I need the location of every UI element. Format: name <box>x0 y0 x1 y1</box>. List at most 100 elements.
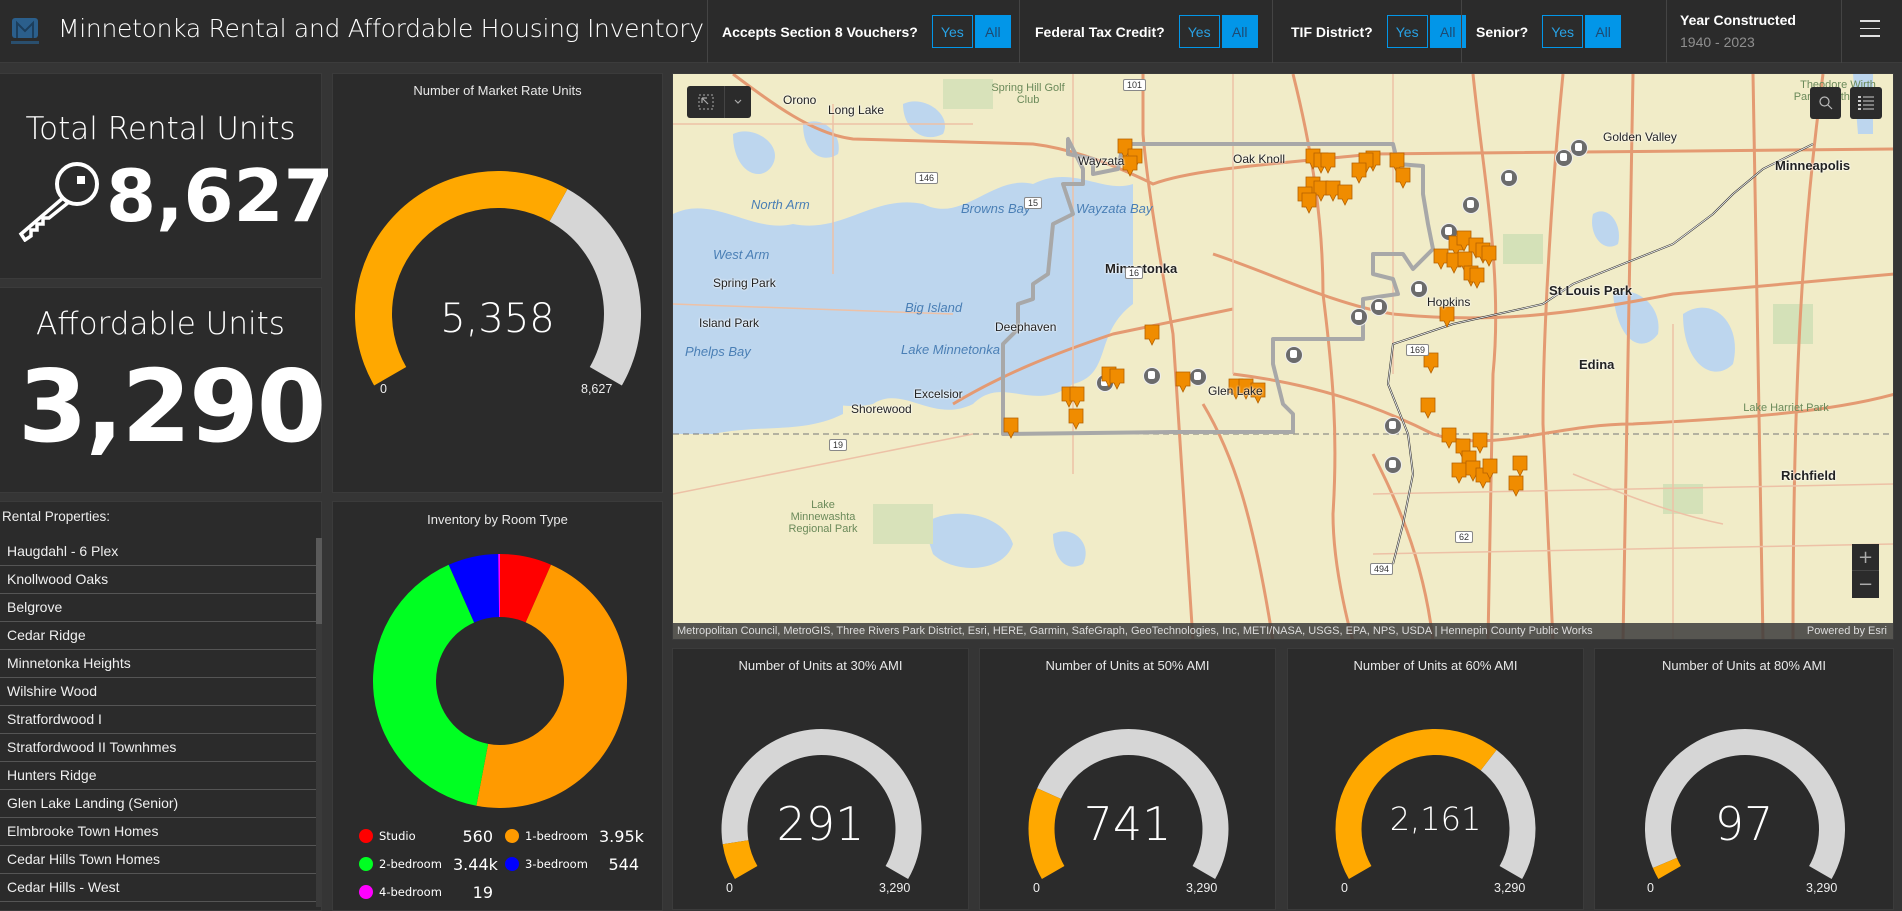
tif-yes-button[interactable]: Yes <box>1386 15 1428 48</box>
rental-property-marker-icon[interactable] <box>1441 427 1457 449</box>
rental-property-marker-icon[interactable] <box>1395 167 1411 189</box>
room-type-legend: Studio 560 1-bedroom 3.95k 2-bedroom 3.4… <box>359 827 649 907</box>
room-type-donut-chart <box>373 554 627 808</box>
highway-shield: 494 <box>1370 563 1394 575</box>
light-rail-station-icon[interactable] <box>1410 280 1428 298</box>
rental-property-marker-icon[interactable] <box>1351 162 1367 184</box>
affordable-units-panel: Affordable Units 3,290 <box>0 287 326 493</box>
chevron-down-icon[interactable] <box>733 97 743 107</box>
powered-by-esri-link[interactable]: Powered by Esri <box>1807 623 1887 639</box>
map-attribution: Metropolitan Council, MetroGIS, Three Ri… <box>673 623 1893 639</box>
map-place-label: Phelps Bay <box>685 344 751 359</box>
light-rail-station-icon[interactable] <box>1462 196 1480 214</box>
map-legend-button[interactable] <box>1850 87 1882 119</box>
light-rail-station-icon[interactable] <box>1143 367 1161 385</box>
section8-all-button[interactable]: All <box>974 15 1011 48</box>
light-rail-station-icon[interactable] <box>1189 368 1207 386</box>
legend-item[interactable]: Studio 560 <box>359 827 504 846</box>
room-type-chart-title: Inventory by Room Type <box>427 512 568 527</box>
tax-credit-all-button[interactable]: All <box>1221 15 1258 48</box>
highway-shield: 101 <box>1123 79 1147 91</box>
legend-label: 2-bedroom <box>379 857 442 871</box>
rental-property-list-item[interactable]: Stratfordwood II Townhmes <box>0 734 316 762</box>
section8-yes-button[interactable]: Yes <box>931 15 973 48</box>
rental-property-list-item[interactable]: Knollwood Oaks <box>0 566 316 594</box>
rental-property-marker-icon[interactable] <box>1320 152 1336 174</box>
header-divider <box>1666 0 1667 63</box>
senior-yes-button[interactable]: Yes <box>1542 15 1584 48</box>
rental-property-list-item[interactable]: Wilshire Wood <box>0 678 316 706</box>
rental-property-marker-icon[interactable] <box>1122 155 1138 177</box>
light-rail-station-icon[interactable] <box>1350 308 1368 326</box>
list-scrollbar-thumb[interactable] <box>316 538 322 624</box>
rental-property-marker-icon[interactable] <box>1003 417 1019 439</box>
legend-item[interactable]: 2-bedroom 3.44k <box>359 854 504 874</box>
year-constructed-filter[interactable]: Year Constructed 1940 - 2023 <box>1680 12 1796 50</box>
map-view[interactable]: Orono Long Lake Wayzata Golden Valley Minnea… <box>672 73 1894 640</box>
rental-property-marker-icon[interactable] <box>1469 267 1485 289</box>
legend-value: 3.44k <box>453 854 498 874</box>
rental-property-list-item[interactable]: Cedar Hills Town Homes <box>0 846 316 874</box>
market-rate-gauge-track <box>549 188 641 386</box>
rental-property-marker-icon[interactable] <box>1068 408 1084 430</box>
ami-gauge-value: 97 <box>1714 797 1774 851</box>
zoom-out-button[interactable]: − <box>1852 571 1879 598</box>
legend-item[interactable]: 1-bedroom 3.95k <box>505 826 650 846</box>
zoom-in-button[interactable]: + <box>1852 544 1879 571</box>
tif-toggle: Yes All <box>1386 15 1466 48</box>
rental-property-marker-icon[interactable] <box>1337 184 1353 206</box>
rental-property-list-item[interactable]: Stratfordwood I <box>0 706 316 734</box>
highway-shield: 146 <box>915 172 939 184</box>
light-rail-station-icon[interactable] <box>1384 456 1402 474</box>
filter-section8: Accepts Section 8 Vouchers? Yes All <box>722 0 1011 63</box>
rental-property-list-item[interactable]: Glen Lake Landing (Senior) <box>0 790 316 818</box>
rental-property-list-item[interactable]: Elmbrooke Town Homes <box>0 818 316 846</box>
rental-property-marker-icon[interactable] <box>1301 192 1317 214</box>
filter-tif: TIF District? Yes All <box>1291 0 1466 63</box>
map-place-label: Big Island <box>905 300 963 315</box>
rental-property-list-item[interactable]: Cedar Ridge <box>0 622 316 650</box>
light-rail-station-icon[interactable] <box>1370 298 1388 316</box>
market-rate-gauge-value: 5,358 <box>440 296 555 342</box>
rental-property-marker-icon[interactable] <box>1109 368 1125 390</box>
light-rail-station-icon[interactable] <box>1384 417 1402 435</box>
rental-property-list-item[interactable]: Cedar Hills - West <box>0 874 316 902</box>
rental-property-marker-icon[interactable] <box>1439 306 1455 328</box>
rental-property-marker-icon[interactable] <box>1069 386 1085 408</box>
filter-label: Federal Tax Credit? <box>1035 23 1165 40</box>
rental-property-marker-icon[interactable] <box>1482 458 1498 480</box>
light-rail-station-icon[interactable] <box>1500 169 1518 187</box>
app-title: Minnetonka Rental and Affordable Housing… <box>58 14 704 43</box>
legend-item[interactable]: 3-bedroom 544 <box>505 855 650 874</box>
map-zoom-control: + − <box>1852 544 1879 598</box>
list-scrollbar[interactable] <box>316 538 322 907</box>
map-search-button[interactable] <box>1810 87 1841 119</box>
total-rental-panel: Total Rental Units 8,627 <box>0 73 334 279</box>
rental-property-marker-icon[interactable] <box>1481 245 1497 267</box>
rental-property-marker-icon[interactable] <box>1420 397 1436 419</box>
legend-value: 3.95k <box>599 826 644 846</box>
rental-property-list-item[interactable]: Minnetonka Heights <box>0 650 316 678</box>
legend-item[interactable]: 4-bedroom 19 <box>359 883 504 902</box>
rental-property-list-item[interactable]: Haugdahl - 6 Plex <box>0 538 316 566</box>
rental-property-marker-icon[interactable] <box>1512 455 1528 477</box>
header-divider <box>1461 0 1462 63</box>
legend-label: 3-bedroom <box>525 857 588 871</box>
light-rail-station-icon[interactable] <box>1285 346 1303 364</box>
rental-properties-list: Haugdahl - 6 Plex Knollwood Oaks Belgrove C… <box>0 538 316 902</box>
light-rail-station-icon[interactable] <box>1555 149 1573 167</box>
light-rail-station-icon[interactable] <box>1570 139 1588 157</box>
rental-property-marker-icon[interactable] <box>1175 371 1191 393</box>
legend-swatch-icon <box>359 829 373 843</box>
senior-all-button[interactable]: All <box>1585 15 1622 48</box>
map-place-label: Browns Bay <box>961 201 1031 216</box>
tax-credit-yes-button[interactable]: Yes <box>1178 15 1220 48</box>
hamburger-menu-icon[interactable] <box>1860 20 1880 40</box>
rental-property-list-item[interactable]: Hunters Ridge <box>0 762 316 790</box>
legend-swatch-icon <box>505 857 519 871</box>
rental-property-marker-icon[interactable] <box>1144 324 1160 346</box>
select-tool-button[interactable] <box>687 86 751 118</box>
rental-property-list-item[interactable]: Belgrove <box>0 594 316 622</box>
ami-gauge-panel: Number of Units at 30% AMI 291 0 3,290 <box>672 648 969 910</box>
rental-property-marker-icon[interactable] <box>1508 475 1524 497</box>
